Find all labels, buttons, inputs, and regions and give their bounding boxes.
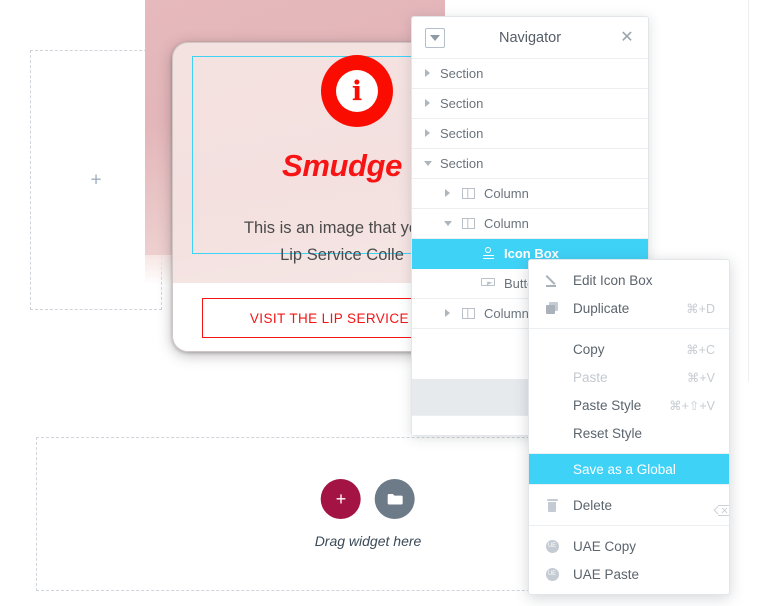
dropzone-buttons: +	[321, 479, 415, 519]
folder-icon	[387, 494, 403, 505]
template-library-button[interactable]	[375, 479, 415, 519]
close-icon[interactable]: ✕	[618, 29, 636, 47]
context-menu-item-label: Duplicate	[573, 300, 630, 316]
navigator-tree-item-label: Section	[440, 66, 484, 81]
uae-badge-icon: UE	[545, 539, 559, 553]
context-menu-shortcut: ⌘+D	[686, 301, 715, 316]
info-glyph: i	[336, 70, 378, 112]
context-menu-item[interactable]: Copy ⌘+C	[529, 335, 729, 363]
context-menu-item: Paste ⌘+V	[529, 363, 729, 391]
context-menu-item[interactable]: Duplicate ⌘+D	[529, 294, 729, 322]
context-menu-item-label: Edit Icon Box	[573, 272, 653, 288]
plus-icon: +	[335, 489, 347, 509]
chevron-down-box-icon[interactable]	[425, 28, 445, 48]
chevron-right-icon[interactable]	[444, 309, 453, 318]
context-menu-item[interactable]: UE UAE Copy	[529, 532, 729, 560]
canvas-right-edge	[748, 0, 749, 382]
chevron-right-icon[interactable]	[424, 129, 433, 138]
context-menu-shortcut: ⌘+⇧+V	[669, 398, 715, 413]
uae-badge-icon: UE	[545, 567, 559, 581]
context-menu-item-label: UAE Copy	[573, 538, 637, 554]
navigator-tree-item[interactable]: Column	[412, 209, 648, 239]
context-menu-group: Save as a Global	[529, 453, 729, 484]
context-menu-item[interactable]: Reset Style	[529, 419, 729, 447]
navigator-tree-item-label: Column	[484, 186, 529, 201]
column-icon	[460, 188, 476, 199]
navigator-tree-item[interactable]: Section	[412, 59, 648, 89]
dropzone-inner: + Drag widget here	[314, 479, 422, 549]
navigator-tree-item[interactable]: Column	[412, 179, 648, 209]
context-menu-item[interactable]: Save as a Global	[529, 454, 729, 484]
context-menu-item-label: Delete	[573, 497, 613, 513]
chevron-right-icon[interactable]	[424, 69, 433, 78]
context-menu-group: Copy ⌘+C Paste ⌘+V Paste Style ⌘+⇧+V Reset Sty…	[529, 328, 729, 453]
chevron-right-icon[interactable]	[444, 189, 453, 198]
chevron-right-icon[interactable]	[424, 99, 433, 108]
info-circle-icon: i	[321, 55, 393, 127]
dropzone-label: Drag widget here	[314, 533, 422, 549]
navigator-tree-item-label: Column	[484, 216, 529, 231]
navigator-title: Navigator	[498, 29, 562, 46]
plus-icon[interactable]: +	[90, 171, 101, 190]
context-menu-item-label: Copy	[573, 341, 605, 357]
chevron-down-icon[interactable]	[424, 159, 433, 168]
navigator-tree-item-label: Column	[484, 306, 529, 321]
context-menu-item-label: Save as a Global	[573, 461, 676, 477]
empty-column-dropzone[interactable]: +	[30, 50, 162, 310]
navigator-header: Navigator ✕	[412, 17, 648, 59]
navigator-tree-item-label: Section	[440, 96, 484, 111]
context-menu-group: Delete	[529, 484, 729, 525]
context-menu-item-label: Paste	[573, 369, 608, 385]
column-icon	[460, 308, 476, 319]
app-root: + i Smudge This is an image that you c L…	[0, 0, 765, 606]
navigator-tree-item-label: Section	[440, 156, 484, 171]
duplicate-icon	[545, 301, 559, 315]
caret-spacer	[464, 279, 473, 288]
add-widget-button[interactable]: +	[321, 479, 361, 519]
context-menu-item-label: UAE Paste	[573, 566, 640, 582]
context-menu-item-label: Paste Style	[573, 397, 642, 413]
chevron-down-icon[interactable]	[444, 219, 453, 228]
context-menu-item[interactable]: Edit Icon Box	[529, 266, 729, 294]
trash-icon	[545, 498, 559, 512]
pencil-icon	[545, 274, 559, 287]
context-menu-item[interactable]: UE UAE Paste	[529, 560, 729, 588]
navigator-tree-item[interactable]: Section	[412, 89, 648, 119]
navigator-tree-item[interactable]: Section	[412, 119, 648, 149]
context-menu-item-label: Reset Style	[573, 425, 643, 441]
navigator-tree-item-label: Section	[440, 126, 484, 141]
context-menu-group: Edit Icon Box Duplicate ⌘+D	[529, 260, 729, 328]
navigator-tree-item[interactable]: Section	[412, 149, 648, 179]
context-menu-shortcut: ⌘+V	[686, 370, 715, 385]
column-icon	[460, 218, 476, 229]
context-menu-item[interactable]: Delete	[529, 491, 729, 519]
context-menu-group: UE UAE Copy UE UAE Paste	[529, 525, 729, 594]
context-menu-item[interactable]: Paste Style ⌘+⇧+V	[529, 391, 729, 419]
caret-spacer	[464, 249, 473, 258]
context-menu[interactable]: Edit Icon Box Duplicate ⌘+D Copy ⌘+C Paste ⌘+V…	[528, 259, 730, 595]
context-menu-shortcut: ⌘+C	[686, 342, 715, 357]
icon-box-icon	[480, 247, 496, 260]
button-icon	[480, 278, 496, 289]
